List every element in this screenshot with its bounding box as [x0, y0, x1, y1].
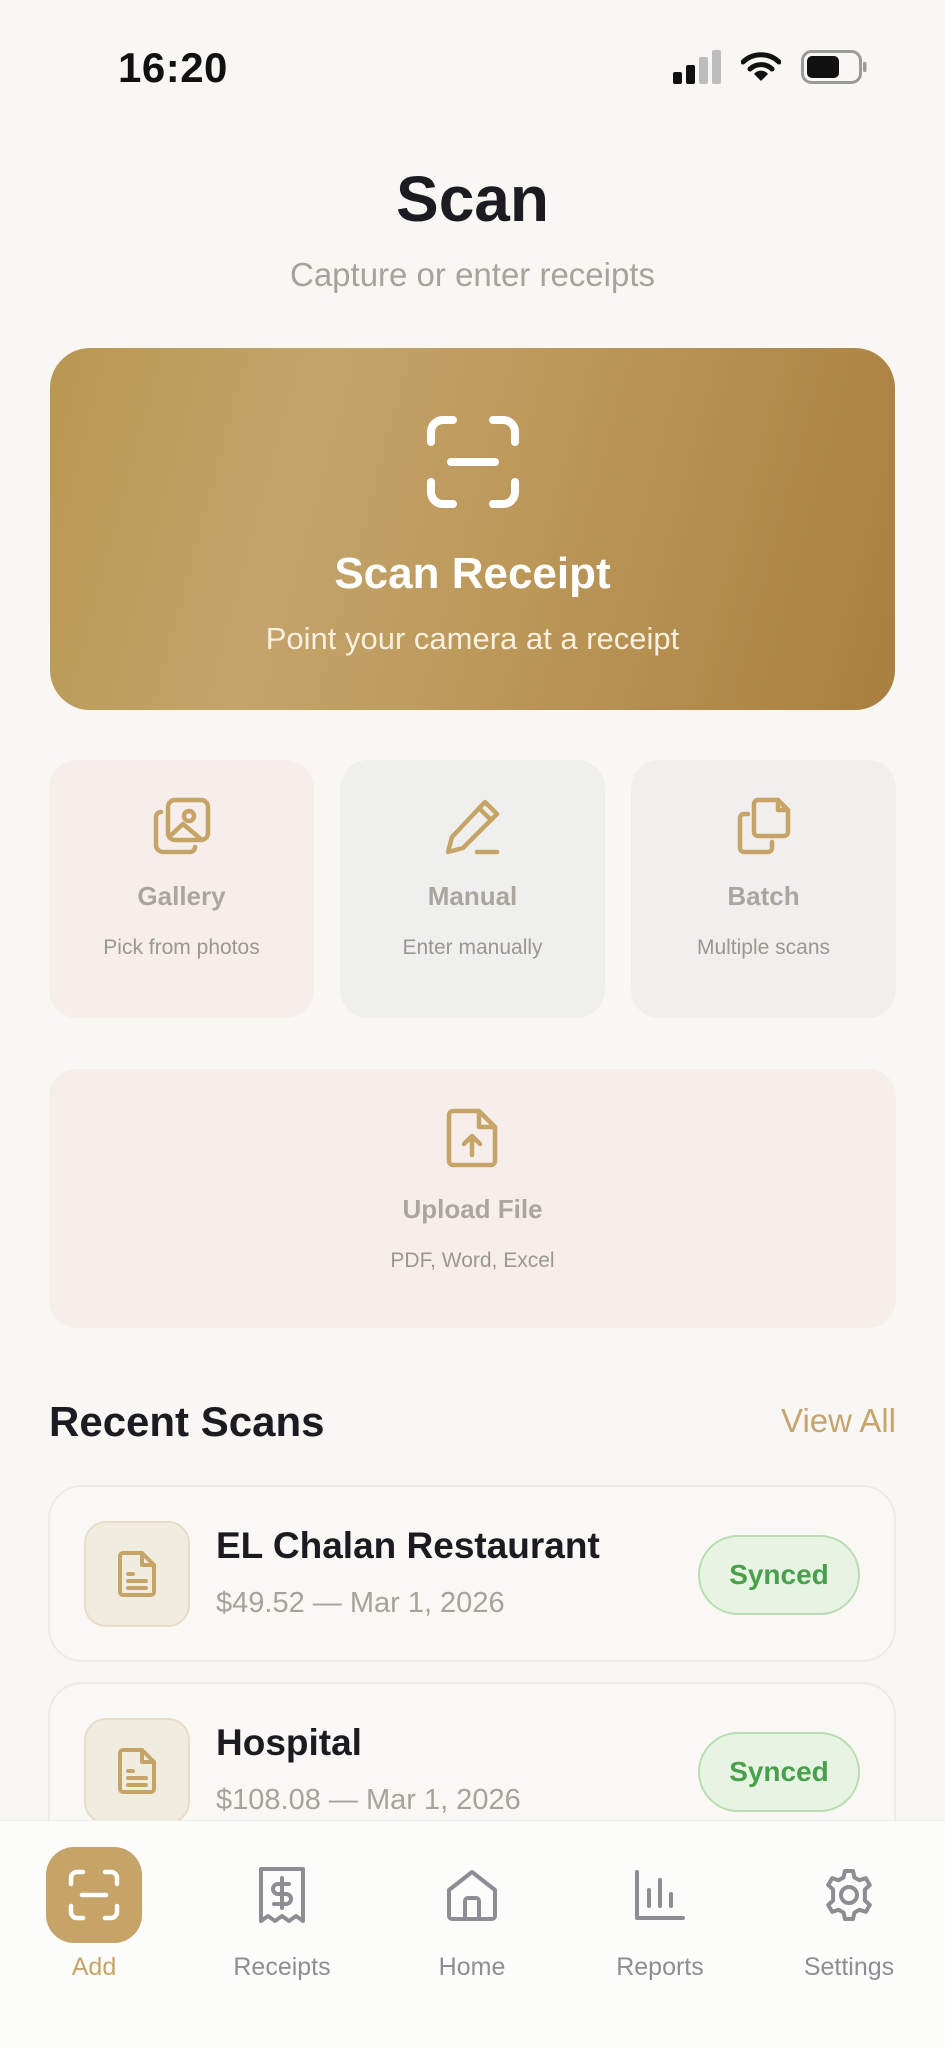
page-subtitle: Capture or enter receipts: [289, 256, 655, 293]
status-time: 16:20: [118, 44, 228, 91]
status-badge: Synced: [698, 1535, 860, 1615]
document-icon: [118, 1551, 156, 1597]
batch-title: Batch: [727, 881, 800, 911]
receipt-thumbnail: [84, 1718, 190, 1824]
item-meta: $49.52 — Mar 1, 2026: [216, 1587, 505, 1619]
document-icon: [118, 1748, 156, 1794]
view-all-link[interactable]: View All: [781, 1402, 896, 1440]
tab-reports[interactable]: Reports: [585, 1847, 735, 1982]
receipt-icon: [234, 1847, 330, 1943]
scan-receipt-subtitle: Point your camera at a receipt: [265, 621, 680, 656]
home-icon: [424, 1847, 520, 1943]
list-item[interactable]: EL Chalan Restaurant $49.52 — Mar 1, 202…: [48, 1485, 896, 1662]
tab-label: Settings: [803, 1953, 895, 1981]
tab-receipts[interactable]: Receipts: [207, 1847, 357, 1982]
upload-file-subtitle: PDF, Word, Excel: [390, 1249, 555, 1272]
bar-chart-icon: [612, 1847, 708, 1943]
gear-icon: [801, 1847, 897, 1943]
gallery-button[interactable]: Gallery Pick from photos: [49, 760, 314, 1018]
status-icons: [673, 50, 867, 84]
item-name: Hospital: [216, 1722, 362, 1763]
recent-scans-title: Recent Scans: [49, 1398, 325, 1445]
batch-scan-button[interactable]: Batch Multiple scans: [631, 760, 896, 1018]
status-bar: 16:20: [0, 0, 945, 140]
scan-receipt-title: Scan Receipt: [334, 549, 611, 598]
receipt-thumbnail: [84, 1521, 190, 1627]
upload-file-button[interactable]: Upload File PDF, Word, Excel: [49, 1069, 896, 1328]
gallery-title: Gallery: [137, 881, 226, 911]
tab-label: Reports: [616, 1953, 704, 1981]
signal-icon: [673, 50, 721, 84]
gallery-icon: [152, 796, 212, 861]
manual-entry-button[interactable]: Manual Enter manually: [340, 760, 605, 1018]
upload-file-title: Upload File: [402, 1194, 543, 1224]
battery-icon: [801, 50, 867, 84]
copy-icon: [734, 796, 794, 861]
status-badge: Synced: [698, 1732, 860, 1812]
gallery-subtitle: Pick from photos: [103, 936, 260, 959]
tab-bar: Add Receipts Home Reports Settings: [0, 1820, 945, 2048]
scan-frame-icon: [426, 416, 519, 513]
tab-settings[interactable]: Settings: [774, 1847, 924, 1982]
wifi-icon: [741, 52, 781, 81]
tab-label: Receipts: [233, 1953, 331, 1981]
pencil-icon: [443, 796, 503, 861]
page-title: Scan: [396, 163, 549, 235]
tab-add[interactable]: Add: [19, 1847, 169, 1982]
manual-title: Manual: [427, 881, 518, 911]
file-upload-icon: [443, 1107, 503, 1174]
tab-label: Home: [438, 1953, 506, 1981]
batch-subtitle: Multiple scans: [696, 936, 831, 959]
tab-home[interactable]: Home: [397, 1847, 547, 1982]
item-meta: $108.08 — Mar 1, 2026: [216, 1784, 521, 1816]
scan-receipt-button[interactable]: Scan Receipt Point your camera at a rece…: [50, 348, 895, 710]
scan-frame-icon: [46, 1847, 142, 1943]
item-name: EL Chalan Restaurant: [216, 1525, 600, 1566]
tab-label: Add: [71, 1953, 117, 1981]
manual-subtitle: Enter manually: [402, 936, 543, 959]
